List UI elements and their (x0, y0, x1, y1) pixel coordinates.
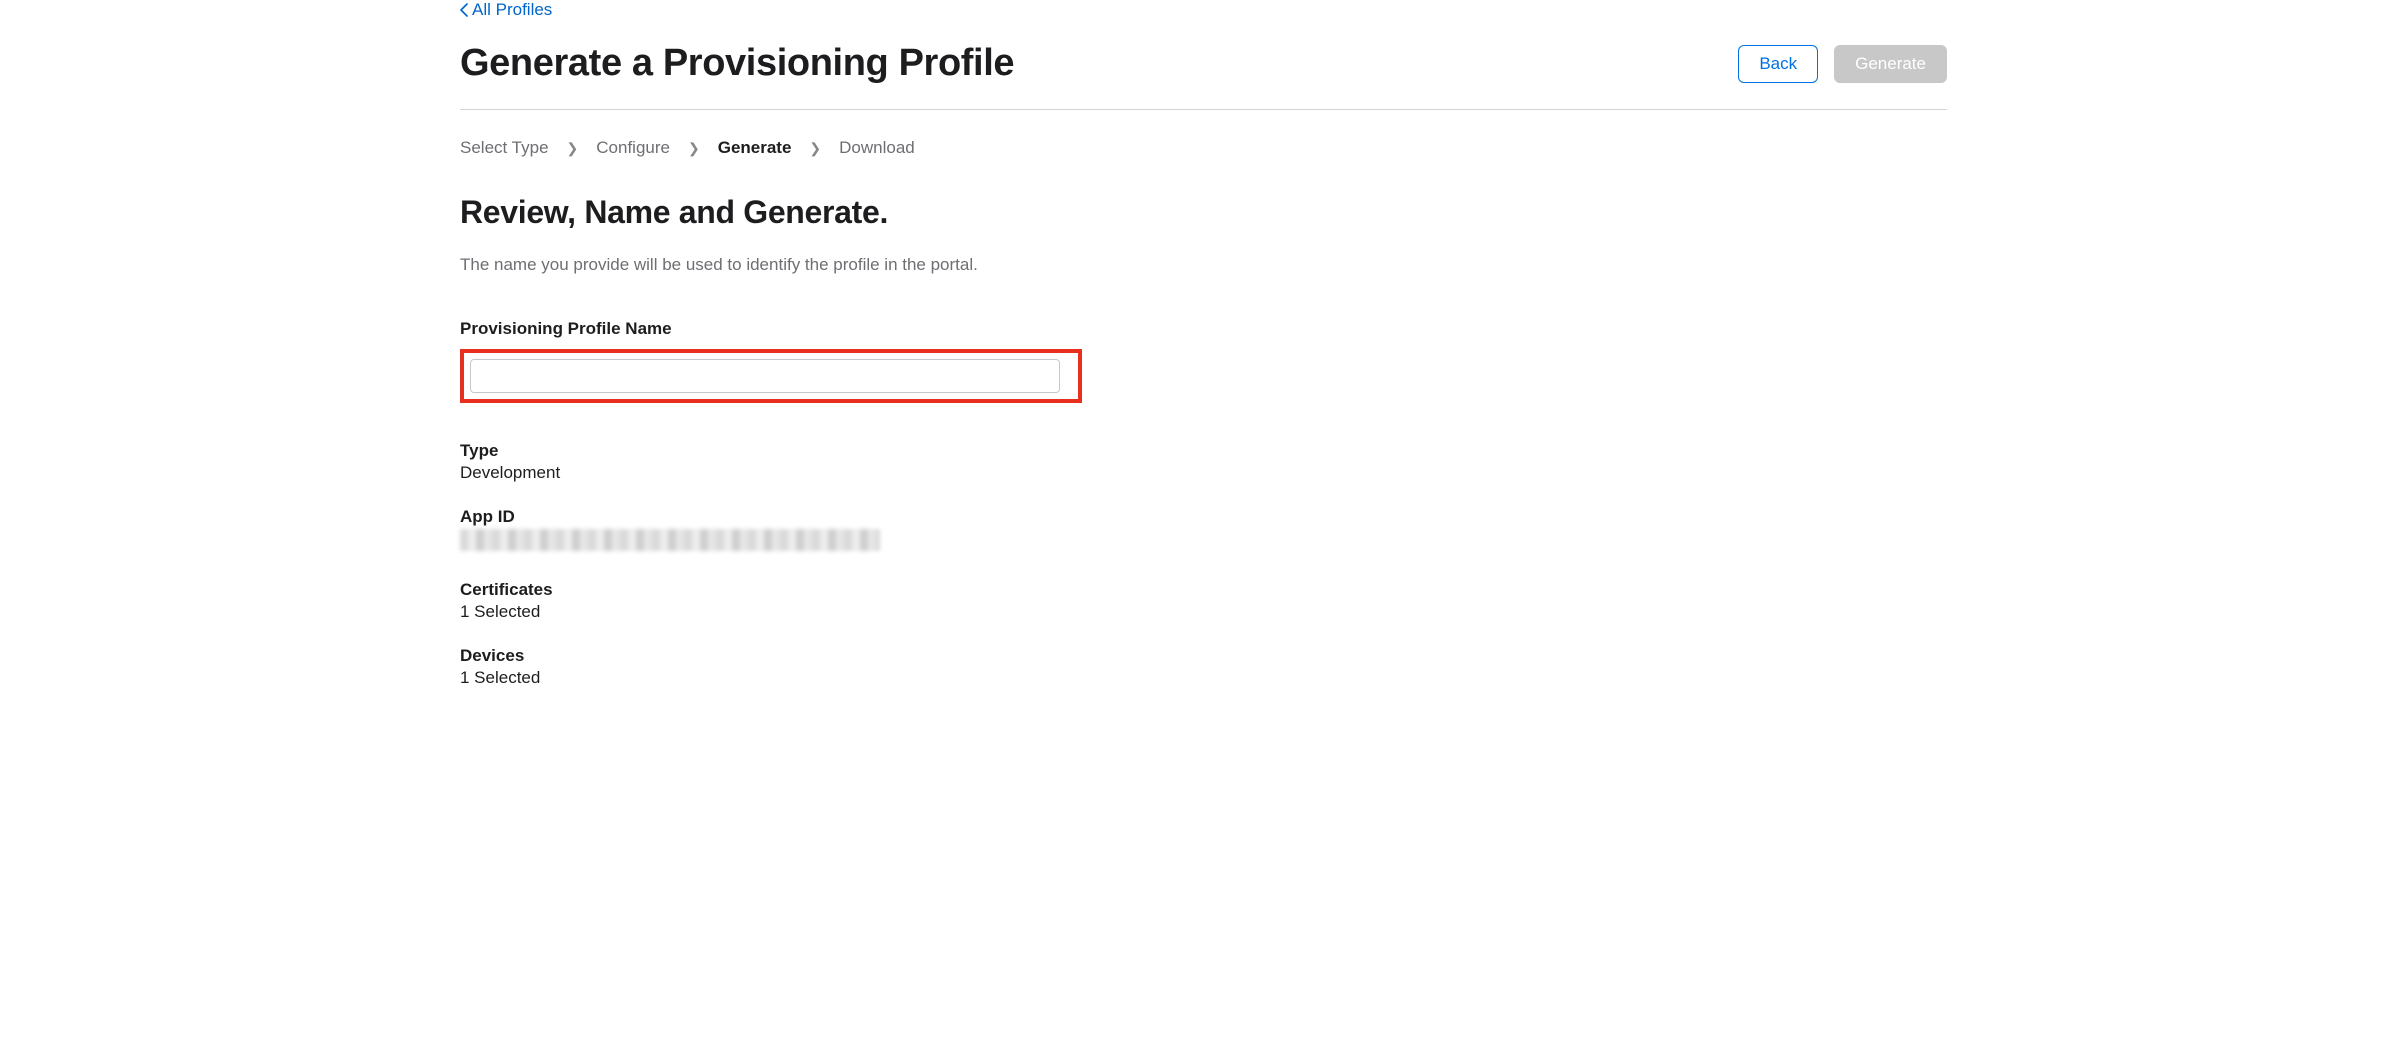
section-description: The name you provide will be used to ide… (460, 255, 1947, 275)
chevron-left-icon (460, 3, 468, 17)
page-title: Generate a Provisioning Profile (460, 42, 1014, 85)
all-profiles-label: All Profiles (472, 0, 552, 20)
certificates-label: Certificates (460, 580, 1947, 600)
step-generate: Generate (718, 138, 792, 158)
section-title: Review, Name and Generate. (460, 194, 1947, 231)
chevron-right-icon: ❯ (688, 140, 700, 157)
action-buttons: Back Generate (1738, 45, 1947, 83)
generate-button[interactable]: Generate (1834, 45, 1947, 83)
app-id-label: App ID (460, 507, 1947, 527)
devices-value: 1 Selected (460, 668, 1947, 688)
chevron-right-icon: ❯ (809, 140, 821, 157)
chevron-right-icon: ❯ (567, 140, 579, 157)
profile-name-highlight (460, 349, 1082, 403)
divider (460, 109, 1947, 110)
wizard-steps: Select Type ❯ Configure ❯ Generate ❯ Dow… (460, 138, 1947, 158)
profile-name-label: Provisioning Profile Name (460, 319, 1947, 339)
type-label: Type (460, 441, 1947, 461)
all-profiles-link[interactable]: All Profiles (460, 0, 552, 20)
profile-name-input[interactable] (470, 359, 1060, 393)
type-value: Development (460, 463, 1947, 483)
step-download: Download (839, 138, 915, 158)
devices-label: Devices (460, 646, 1947, 666)
app-id-value (460, 529, 1947, 556)
back-button[interactable]: Back (1738, 45, 1818, 83)
step-configure[interactable]: Configure (596, 138, 670, 158)
app-id-redacted (460, 529, 880, 551)
certificates-value: 1 Selected (460, 602, 1947, 622)
step-select-type[interactable]: Select Type (460, 138, 549, 158)
